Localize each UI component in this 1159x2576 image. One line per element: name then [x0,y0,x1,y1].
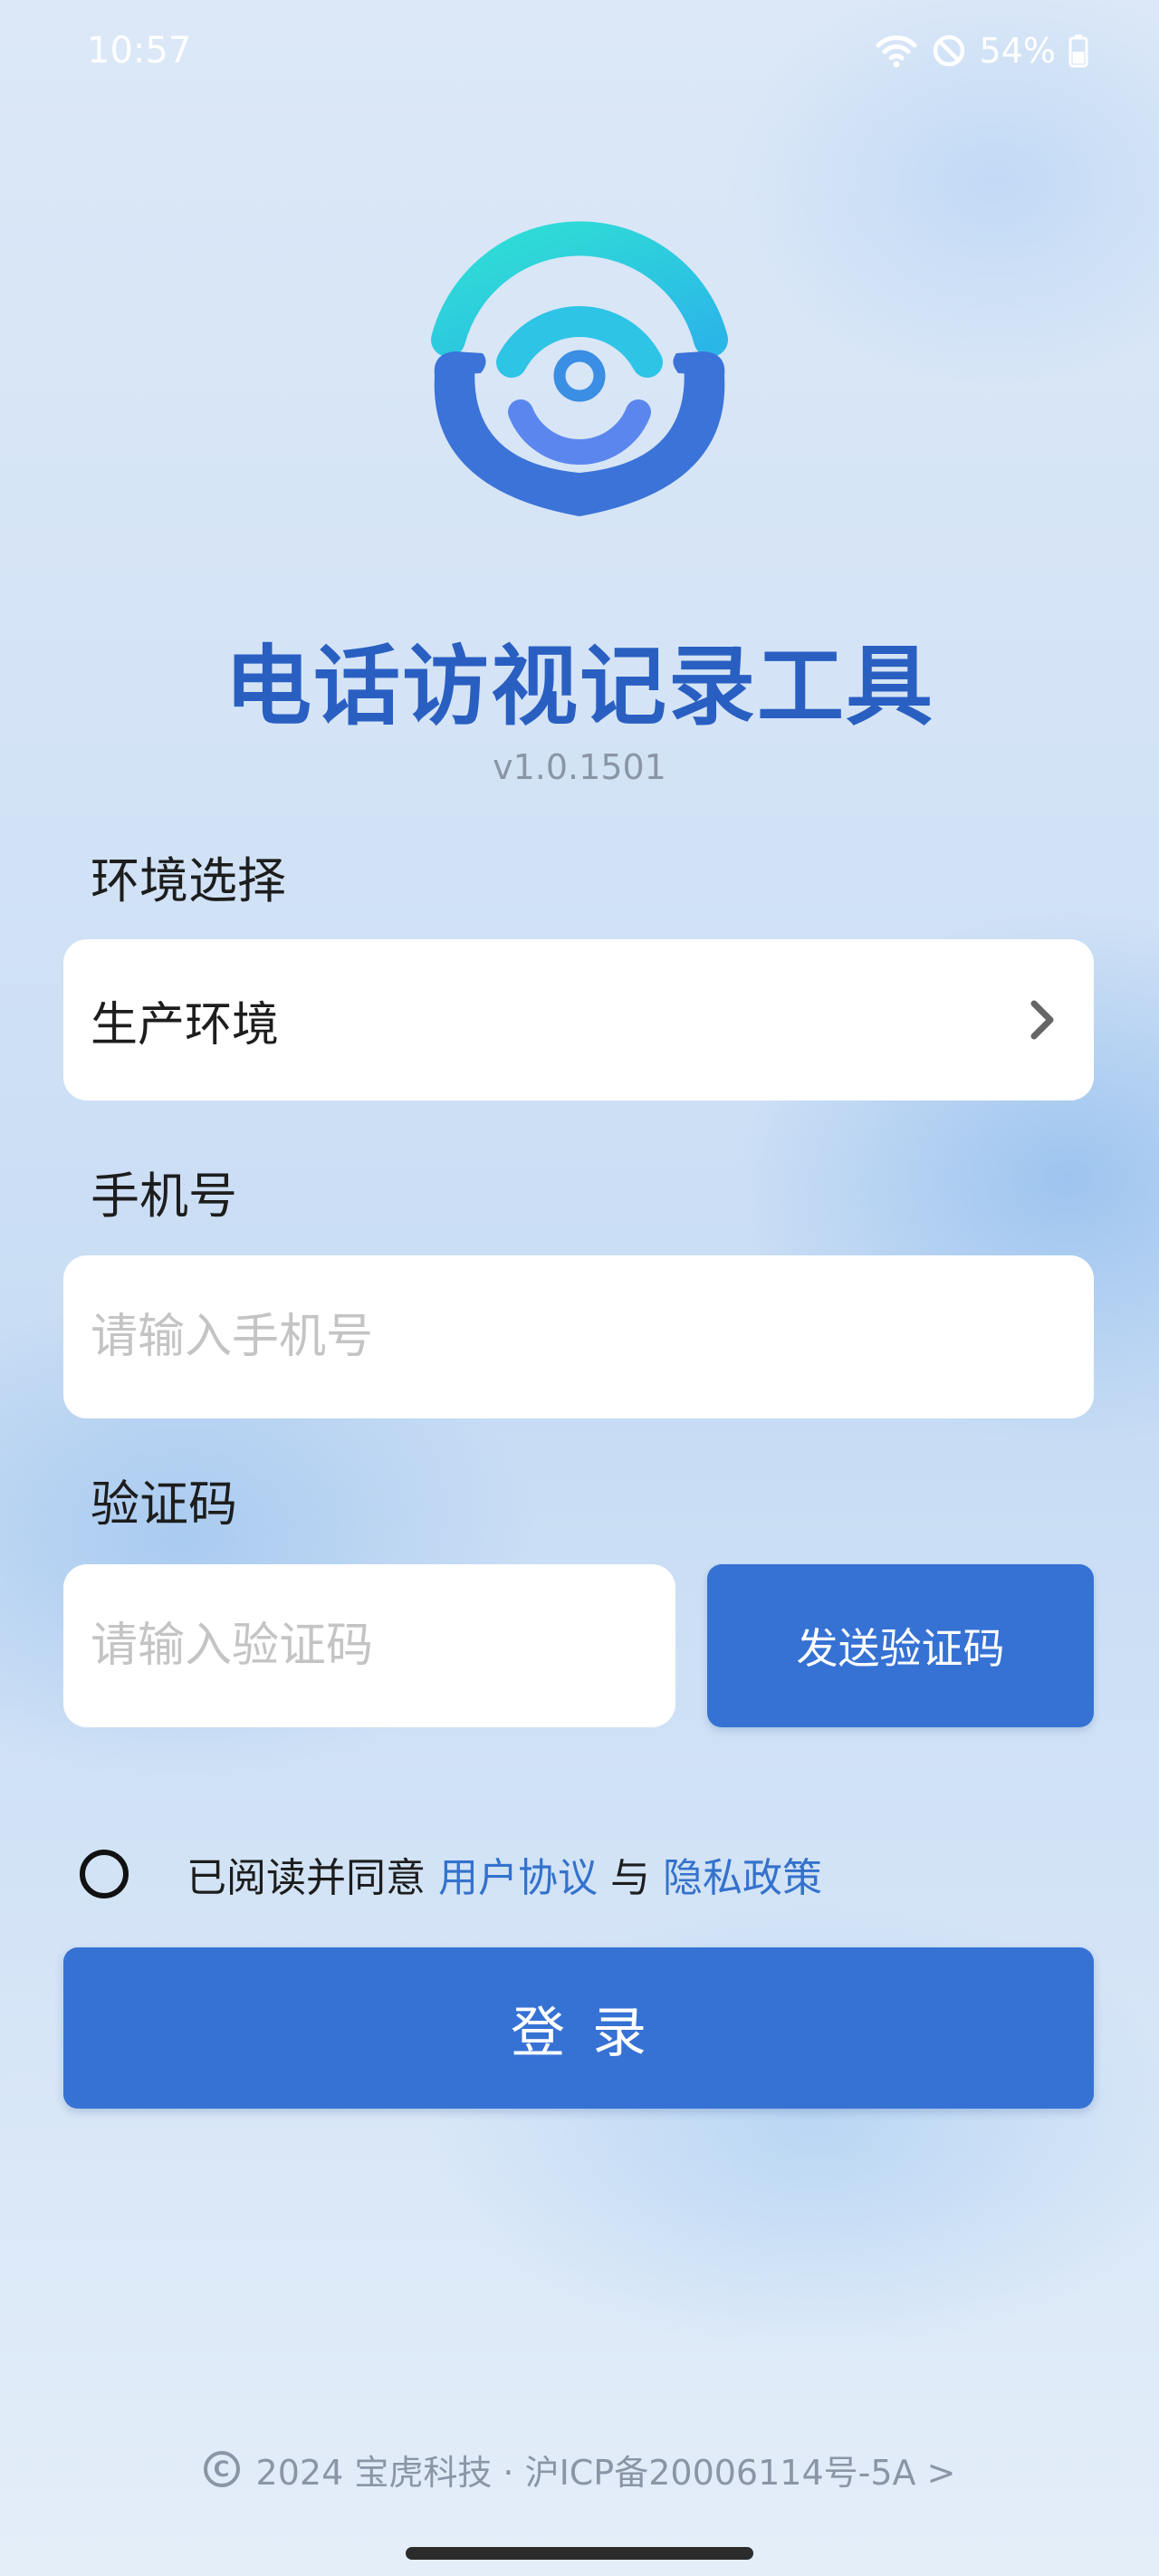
agreement-prefix: 已阅读并同意 [187,1855,426,1901]
user-agreement-link[interactable]: 用户协议 [438,1845,598,1903]
agreement-radio[interactable] [80,1850,129,1898]
environment-select[interactable]: 生产环境 [63,939,1094,1101]
status-time: 10:57 [87,30,192,72]
home-indicator[interactable] [406,2547,753,2560]
app-title: 电话访视记录工具 [225,636,934,737]
agreement-row: 已阅读并同意 用户协议 与 隐私政策 [80,1842,835,1906]
battery-percent: 54% [979,31,1056,71]
code-input[interactable] [63,1564,675,1727]
privacy-policy-link[interactable]: 隐私政策 [663,1845,822,1903]
app-version: v1.0.1501 [493,747,666,787]
environment-label: 环境选择 [91,852,286,909]
send-code-button[interactable]: 发送验证码 [707,1564,1094,1727]
login-screen: 10:57 54% 电话访视记录工具 v1.0.1501 环境选择 生产环境 手… [0,0,1159,2576]
phone-label: 手机号 [91,1168,237,1225]
do-not-disturb-icon [933,34,964,67]
status-icons: 54% [875,27,1088,74]
copyright-icon: C [203,2451,240,2487]
agreement-conjunction: 与 [610,1855,650,1901]
environment-value: 生产环境 [91,997,280,1053]
code-label: 验证码 [91,1475,237,1533]
chevron-right-icon [1030,1000,1054,1040]
footer-text: 2024 宝虎科技 · 沪ICP备20006114号-5A > [255,2452,956,2493]
login-button[interactable]: 登录 [63,1947,1094,2109]
phone-input[interactable] [63,1255,1094,1418]
wifi-icon [876,35,917,68]
footer[interactable]: C 2024 宝虎科技 · 沪ICP备20006114号-5A > [0,2442,1159,2496]
app-logo [431,221,728,516]
battery-icon [1068,34,1088,68]
